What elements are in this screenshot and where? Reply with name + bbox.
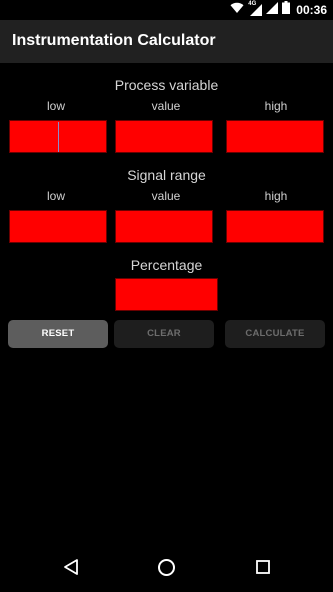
pv-value-label: value bbox=[151, 99, 181, 113]
home-icon[interactable] bbox=[157, 558, 176, 582]
pv-low-label: low bbox=[46, 99, 65, 113]
status-time: 00:36 bbox=[296, 3, 327, 17]
text-cursor bbox=[58, 122, 59, 152]
status-bar: 4G 00:36 bbox=[0, 0, 333, 20]
sr-high-label: high bbox=[264, 189, 288, 203]
sr-value-input[interactable] bbox=[115, 210, 213, 243]
network-type-label: 4G bbox=[248, 1, 257, 7]
sr-low-input[interactable] bbox=[9, 210, 107, 243]
pv-high-label: high bbox=[264, 99, 288, 113]
reset-button[interactable]: RESET bbox=[8, 320, 108, 348]
status-icons: 4G 00:36 bbox=[230, 1, 327, 19]
calculate-button[interactable]: CALCULATE bbox=[225, 320, 325, 348]
percentage-input[interactable] bbox=[115, 278, 218, 311]
recents-icon[interactable] bbox=[255, 559, 271, 580]
percentage-title: Percentage bbox=[130, 257, 203, 273]
clear-button[interactable]: CLEAR bbox=[114, 320, 214, 348]
sr-value-label: value bbox=[151, 189, 181, 203]
wifi-icon bbox=[230, 1, 244, 19]
cell-signal-2-icon bbox=[266, 1, 279, 19]
pv-low-input[interactable] bbox=[9, 120, 107, 153]
signal-range-title: Signal range bbox=[127, 167, 206, 183]
battery-icon bbox=[282, 1, 291, 19]
pv-high-input[interactable] bbox=[226, 120, 324, 153]
app-title: Instrumentation Calculator bbox=[12, 32, 216, 49]
app-bar: Instrumentation Calculator bbox=[0, 20, 333, 63]
sr-high-input[interactable] bbox=[226, 210, 324, 243]
cell-signal-icon: 4G bbox=[248, 1, 263, 16]
pv-value-input[interactable] bbox=[115, 120, 213, 153]
back-icon[interactable] bbox=[63, 558, 79, 581]
navigation-bar bbox=[0, 544, 333, 592]
process-variable-title: Process variable bbox=[114, 77, 219, 93]
sr-low-label: low bbox=[46, 189, 65, 203]
